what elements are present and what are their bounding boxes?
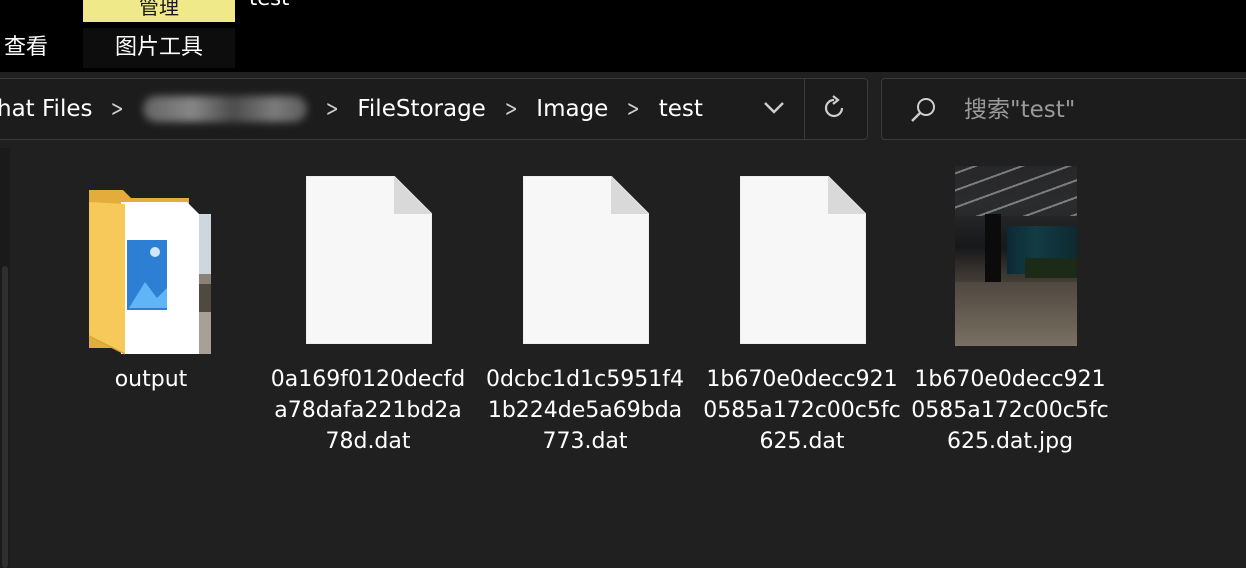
image-thumbnail [955,166,1077,346]
chevron-right-icon[interactable]: > [326,97,339,122]
breadcrumb-item-redacted[interactable] [142,96,307,122]
file-item[interactable]: 1b670e0decc9210585a172c00c5fc625.dat [702,166,902,457]
folder-icon [51,166,251,356]
address-divider [804,79,805,139]
image-item[interactable]: 1b670e0decc9210585a172c00c5fc625.dat.jpg [910,166,1110,457]
file-item[interactable]: 0a169f0120decfda78dafa221bd2a78d.dat [268,166,468,457]
navigation-pane[interactable] [0,148,10,568]
context-tab-manage[interactable]: 管理 [83,0,235,22]
document-icon [523,176,649,344]
search-input[interactable] [962,91,1246,129]
search-box[interactable] [881,78,1246,140]
navigation-pane-scrollbar[interactable] [2,266,8,568]
tab-picture-tools[interactable]: 图片工具 [83,28,235,68]
document-icon [306,176,432,344]
file-name: 0dcbc1d1c5951f41b224de5a69bda773.dat [486,367,684,454]
chevron-down-icon[interactable] [759,93,789,123]
breadcrumb: hat Files > > FileStorage > Image > test [0,79,703,139]
search-icon [908,95,938,125]
chevron-right-icon[interactable]: > [111,97,124,122]
address-bar[interactable]: hat Files > > FileStorage > Image > test [0,78,868,140]
breadcrumb-item-test[interactable]: test [659,96,703,122]
file-name: 1b670e0decc9210585a172c00c5fc625.dat [703,367,901,454]
window-title: test [249,0,289,10]
file-name: 1b670e0decc9210585a172c00c5fc625.dat.jpg [911,367,1109,454]
document-icon [740,176,866,344]
breadcrumb-item-image[interactable]: Image [536,96,608,122]
refresh-icon[interactable] [819,93,849,123]
breadcrumb-item-chat-files[interactable]: hat Files [0,96,92,122]
chevron-right-icon[interactable]: > [505,97,518,122]
ribbon: 管理 test 查看 图片工具 [0,0,1246,72]
tab-view[interactable]: 查看 [4,28,48,68]
folder-item-output[interactable]: output [51,166,251,395]
file-list: output 0a169f0120decfda78dafa221bd2a78d.… [10,148,1246,568]
file-item[interactable]: 0dcbc1d1c5951f41b224de5a69bda773.dat [485,166,685,457]
file-name: output [114,367,188,392]
file-name: 0a169f0120decfda78dafa221bd2a78d.dat [270,367,466,454]
chevron-right-icon[interactable]: > [627,97,640,122]
breadcrumb-item-filestorage[interactable]: FileStorage [357,96,485,122]
